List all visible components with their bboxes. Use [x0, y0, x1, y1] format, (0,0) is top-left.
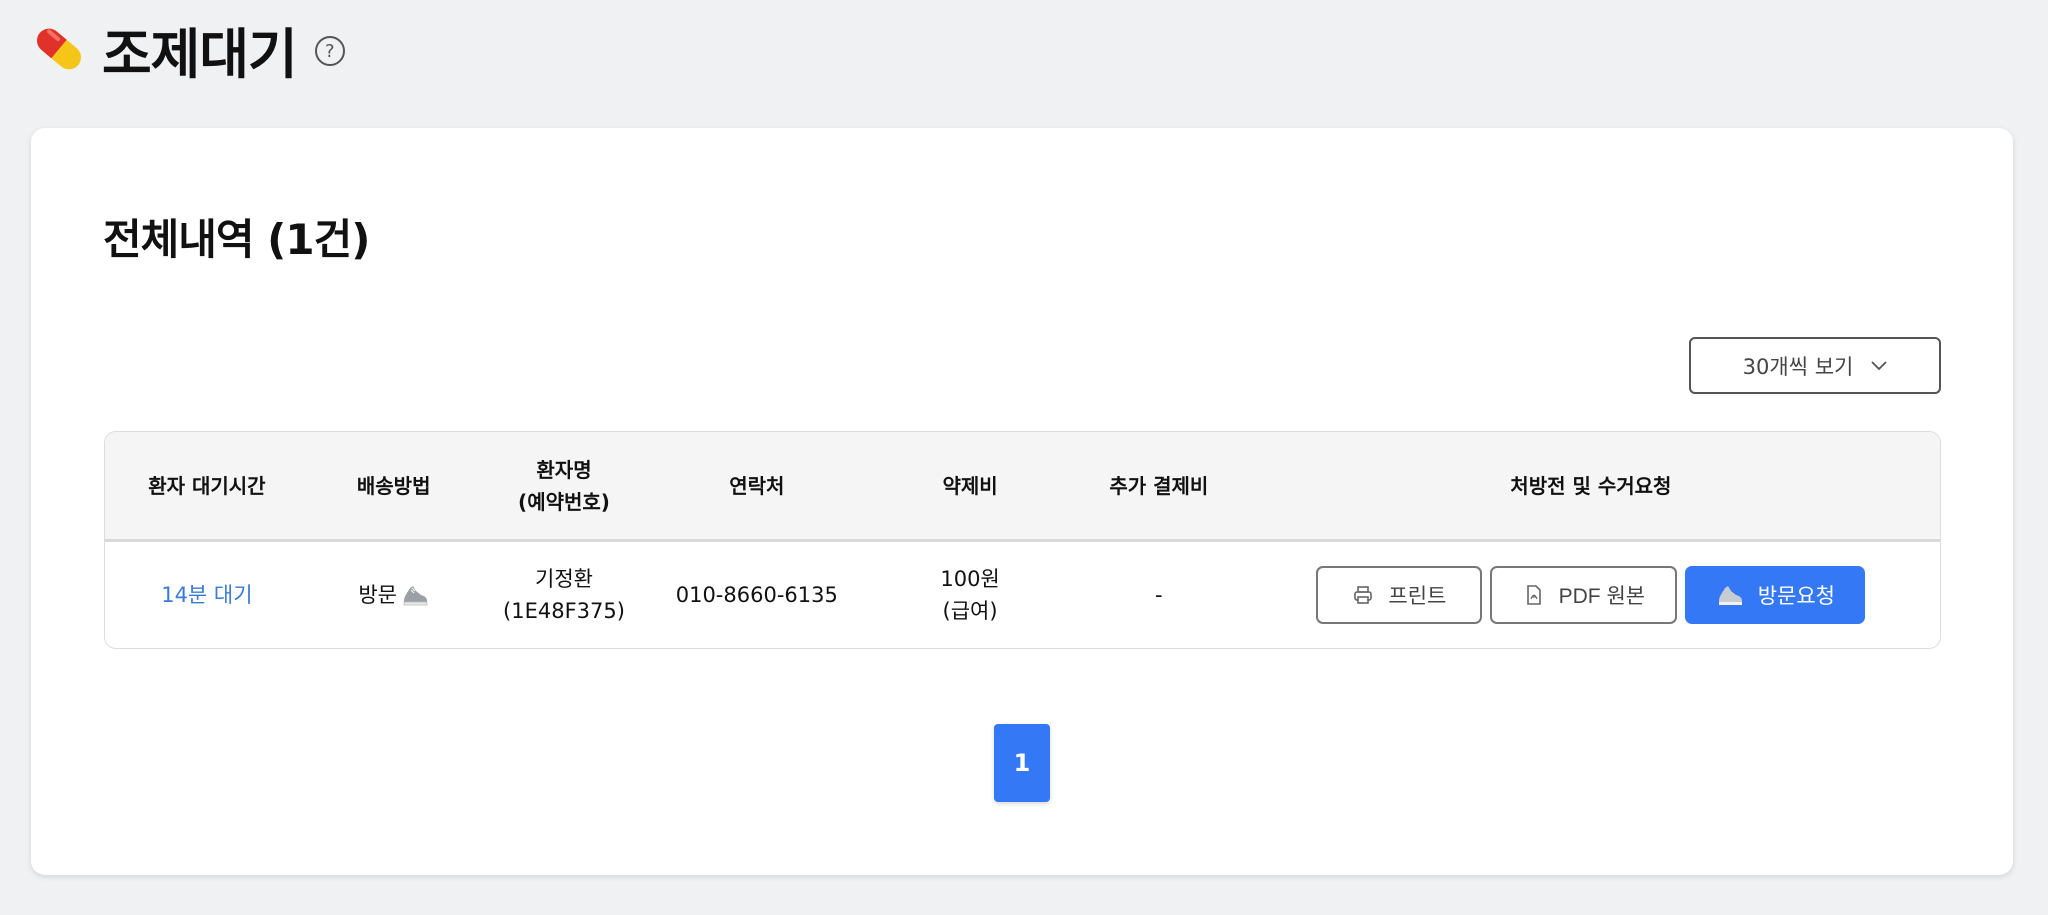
patient-name: 기정환: [535, 567, 593, 591]
page-size-label: 30개씩 보기: [1742, 354, 1854, 379]
header-contact: 연락처: [729, 473, 785, 498]
header-delivery: 배송방법: [356, 473, 431, 498]
main-card: 전체내역 (1건) 30개씩 보기 환자 대기시간 배송방법 환자명 (예약번호…: [31, 128, 2013, 875]
pdf-file-icon: [1526, 585, 1541, 605]
header-drug-fee: 약제비: [942, 473, 998, 498]
reservation-number: (1E48F375): [503, 599, 625, 623]
header-wait-time: 환자 대기시간: [148, 473, 266, 498]
drug-fee-cell: 100원 (급여): [864, 563, 1076, 627]
section-title: 전체내역 (1건): [103, 215, 370, 264]
visit-request-button[interactable]: 방문요청: [1685, 566, 1866, 624]
actions-cell: 프린트 PDF 원본 방문요청: [1242, 566, 1940, 624]
sneaker-icon: [1718, 586, 1742, 605]
page-size-select[interactable]: 30개씩 보기: [1689, 337, 1941, 394]
header-reservation-no: (예약번호): [518, 489, 610, 514]
chevron-down-icon: [1871, 360, 1887, 370]
pill-icon: [37, 28, 81, 70]
header-patient-name: 환자명: [536, 457, 592, 482]
header-patient: 환자명 (예약번호): [479, 454, 650, 518]
drug-fee-amount: 100원: [940, 567, 1000, 591]
delivery-cell: 방문: [309, 579, 479, 611]
table-row: 14분 대기 방문 기정환 (1E48F375) 010-8660-6135 1…: [105, 542, 1940, 648]
patient-cell: 기정환 (1E48F375): [479, 563, 650, 627]
drug-fee-type: (급여): [942, 599, 998, 623]
help-icon[interactable]: ?: [314, 36, 345, 66]
header-extra-fee: 추가 결제비: [1109, 473, 1209, 498]
extra-fee-cell: -: [1155, 583, 1163, 607]
print-button-label: 프린트: [1388, 585, 1447, 608]
table-header: 환자 대기시간 배송방법 환자명 (예약번호) 연락처 약제비 추가 결제비 처…: [105, 432, 1940, 542]
sneaker-icon: [403, 586, 428, 606]
page-button-current[interactable]: 1: [994, 724, 1050, 802]
print-button[interactable]: 프린트: [1316, 566, 1483, 624]
printer-icon: [1354, 586, 1373, 604]
wait-time-cell: 14분 대기: [105, 579, 309, 611]
pdf-original-button[interactable]: PDF 원본: [1490, 566, 1678, 624]
page-title: 조제대기: [102, 22, 298, 86]
pdf-button-label: PDF 원본: [1558, 585, 1646, 608]
visit-request-label: 방문요청: [1757, 585, 1835, 608]
contact-cell: 010-8660-6135: [675, 583, 838, 607]
page-header: 조제대기 ?: [30, 14, 345, 86]
header-actions: 처방전 및 수거요청: [1510, 473, 1672, 498]
delivery-method: 방문: [358, 583, 397, 607]
wait-time-link[interactable]: 14분 대기: [161, 579, 252, 611]
orders-table: 환자 대기시간 배송방법 환자명 (예약번호) 연락처 약제비 추가 결제비 처…: [104, 431, 1941, 649]
